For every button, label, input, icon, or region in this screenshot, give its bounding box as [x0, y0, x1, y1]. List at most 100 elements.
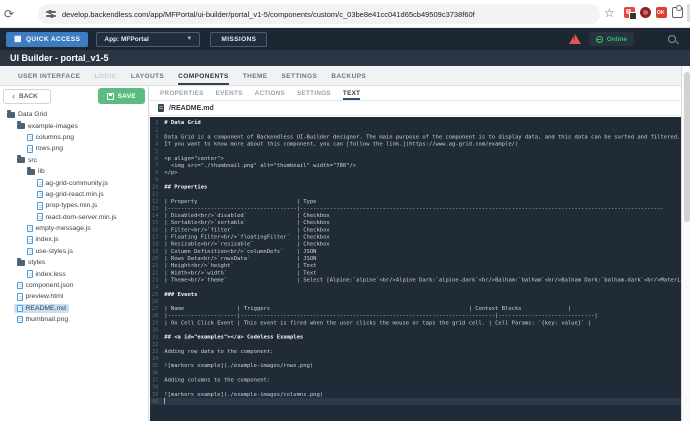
- editor-line[interactable]: 21 | Height<br/>`height` | Text: [150, 262, 681, 269]
- tab-settings[interactable]: SETTINGS: [297, 86, 331, 100]
- tree-folder-example-images[interactable]: example-images: [0, 120, 148, 131]
- ext-maroon-circle-icon[interactable]: [640, 7, 651, 18]
- url-text[interactable]: develop.backendless.com/app/MFPortal/ui-…: [62, 10, 475, 19]
- tree-file-index-js[interactable]: index.js: [0, 234, 148, 245]
- warning-icon[interactable]: [568, 34, 581, 44]
- tree-file-index-less[interactable]: index.less: [0, 268, 148, 279]
- editor-line[interactable]: 15 | Sortable<br/>`sortable` | Checkbox: [150, 219, 681, 226]
- nav-tab-theme[interactable]: THEME: [243, 73, 268, 85]
- app-selector-dropdown[interactable]: App: MFPortal ▼: [96, 31, 201, 47]
- editor-line[interactable]: 11: [150, 190, 681, 197]
- editor-line[interactable]: 14 | Disabled<br/>`disabled` | Checkbox: [150, 212, 681, 219]
- editor-line[interactable]: 23 | Theme<br/>`theme` | Select [Alpine:`…: [150, 276, 681, 283]
- tree-file-react-dom-server-min-js[interactable]: react-dom-server.min.js: [0, 212, 148, 223]
- editor-line[interactable]: 26: [150, 298, 681, 305]
- editor-line[interactable]: 36: [150, 369, 681, 376]
- editor-line[interactable]: 18 | Resizable<br/>`resizable` | Checkbox: [150, 241, 681, 248]
- tree-folder-data-grid[interactable]: Data Grid: [0, 109, 148, 120]
- editor-line[interactable]: 10 ## Properties: [150, 183, 681, 190]
- tree-file-ag-grid-community-js[interactable]: ag-grid-community.js: [0, 177, 148, 188]
- ext-orange-badge-icon[interactable]: [624, 7, 637, 20]
- quick-access-button[interactable]: ▦ QUICK ACCESS: [6, 31, 89, 47]
- grid-icon: ▦: [14, 34, 22, 43]
- tab-text[interactable]: TEXT: [342, 86, 361, 100]
- tab-properties[interactable]: PROPERTIES: [160, 86, 204, 100]
- editor-line[interactable]: 38: [150, 384, 681, 391]
- tree-file-prop-types-min-js[interactable]: prop-types.min.js: [0, 200, 148, 211]
- editor-line[interactable]: 16 | Filter<br/>`filter` | Checkbox: [150, 226, 681, 233]
- editor-line[interactable]: 3 Data Grid is a component of Backendless…: [150, 133, 681, 140]
- ext-red-square-icon[interactable]: [656, 7, 667, 18]
- reload-icon[interactable]: ⟳: [2, 7, 16, 21]
- nav-tab-settings[interactable]: SETTINGS: [282, 73, 318, 85]
- tree-file-thumbnail-png[interactable]: thumbnail.png: [0, 314, 148, 325]
- editor-line[interactable]: 33 Adding row data to the component:: [150, 348, 681, 355]
- editor-line[interactable]: 7 <img src="./thumbnail.png" alt="thumbn…: [150, 162, 681, 169]
- editor-line[interactable]: 6 <p align="center">: [150, 155, 681, 162]
- editor-line[interactable]: 28 |---------------------|---------------…: [150, 312, 681, 319]
- editor-line[interactable]: 34: [150, 355, 681, 362]
- tree-folder-styles[interactable]: styles: [0, 257, 148, 268]
- address-bar[interactable]: develop.backendless.com/app/MFPortal/ui-…: [38, 4, 600, 24]
- editor-line[interactable]: 37 Adding columns to the component:: [150, 376, 681, 383]
- editor-line[interactable]: 1 # Data Grid: [150, 119, 681, 126]
- nav-tab-layouts[interactable]: LAYOUTS: [131, 73, 164, 85]
- tree-file-empty-message-js[interactable]: empty-message.js: [0, 223, 148, 234]
- save-button[interactable]: SAVE: [97, 88, 145, 104]
- tree-file-ag-grid-react-min-js[interactable]: ag-grid-react.min.js: [0, 189, 148, 200]
- editor-line[interactable]: 30: [150, 326, 681, 333]
- site-settings-icon[interactable]: [46, 9, 56, 19]
- tree-file-use-styles-js[interactable]: use-styles.js: [0, 246, 148, 257]
- editor-line[interactable]: 39 ![markers example](./example-images/co…: [150, 391, 681, 398]
- tree-file-rows-png[interactable]: rows.png: [0, 143, 148, 154]
- tree-folder-src[interactable]: src: [0, 155, 148, 166]
- nav-tab-components[interactable]: COMPONENTS: [178, 73, 229, 85]
- app-topbar: ▦ QUICK ACCESS App: MFPortal ▼ MISSIONS …: [0, 28, 690, 50]
- tab-events[interactable]: EVENTS: [216, 86, 243, 100]
- file-icon: [17, 293, 23, 301]
- page-scrollbar[interactable]: [681, 66, 690, 421]
- code-editor[interactable]: 1 # Data Grid 2 3 Data Grid is a component o…: [150, 117, 681, 421]
- search-icon[interactable]: [668, 35, 676, 43]
- editor-line[interactable]: 12 | Property | Type: [150, 198, 681, 205]
- line-number: 29: [151, 319, 159, 326]
- editor-line[interactable]: 9: [150, 176, 681, 183]
- nav-tab-backups[interactable]: BACKUPS: [331, 73, 366, 85]
- editor-line[interactable]: 24: [150, 283, 681, 290]
- scrollbar-thumb[interactable]: [683, 72, 690, 222]
- missions-button[interactable]: MISSIONS: [210, 31, 268, 47]
- editor-line[interactable]: 17 | Floating Filter<br/>`floatingFilter`…: [150, 233, 681, 240]
- editor-line[interactable]: 22 | Width<br/>`width` | Text: [150, 269, 681, 276]
- editor-line[interactable]: 5: [150, 148, 681, 155]
- editor-line[interactable]: 13 |-------------------------------------…: [150, 205, 681, 212]
- editor-line[interactable]: 19 | Column Definition<br/>`columnDefs` |…: [150, 248, 681, 255]
- extensions-puzzle-icon[interactable]: [672, 5, 683, 18]
- online-status-badge[interactable]: Online: [588, 32, 634, 46]
- back-button[interactable]: ‹ BACK: [3, 88, 51, 104]
- editor-line[interactable]: 29 | On Cell Click Event | This event is …: [150, 319, 681, 326]
- tab-actions[interactable]: ACTIONS: [255, 86, 285, 100]
- editor-line[interactable]: 32: [150, 341, 681, 348]
- tree-file-readme-md[interactable]: README.md: [0, 303, 148, 314]
- editor-line[interactable]: 4 If you want to know more about this com…: [150, 140, 681, 147]
- line-number: 13: [151, 204, 159, 212]
- line-number: 3: [155, 133, 159, 140]
- line-code: | Resizable<br/>`resizable` | Checkbox: [164, 240, 330, 248]
- tree-item-content: preview.html: [14, 292, 66, 302]
- editor-line[interactable]: 40: [150, 397, 681, 405]
- editor-line[interactable]: 8 </p>: [150, 169, 681, 176]
- editor-line[interactable]: 2: [150, 126, 681, 133]
- editor-line[interactable]: 20 | Rows Data<br/>`rowsData` | JSON: [150, 255, 681, 262]
- line-number: 31: [151, 333, 159, 340]
- editor-line[interactable]: 25 ### Events: [150, 291, 681, 298]
- editor-line[interactable]: 27 | Name | Triggers | Context Blocks |: [150, 305, 681, 312]
- nav-tab-user-interface[interactable]: USER INTERFACE: [18, 73, 80, 85]
- tree-file-preview-html[interactable]: preview.html: [0, 291, 148, 302]
- line-number: 27: [151, 304, 159, 312]
- tree-file-columns-png[interactable]: columns.png: [0, 132, 148, 143]
- bookmark-star-icon[interactable]: ☆: [604, 6, 615, 20]
- tree-folder-lib[interactable]: lib: [0, 166, 148, 177]
- editor-line[interactable]: 31 ## <a id="examples"></a> Codeless Exam…: [150, 333, 681, 340]
- tree-file-component-json[interactable]: component.json: [0, 280, 148, 291]
- editor-line[interactable]: 35 ![markers example](./example-images/ro…: [150, 362, 681, 369]
